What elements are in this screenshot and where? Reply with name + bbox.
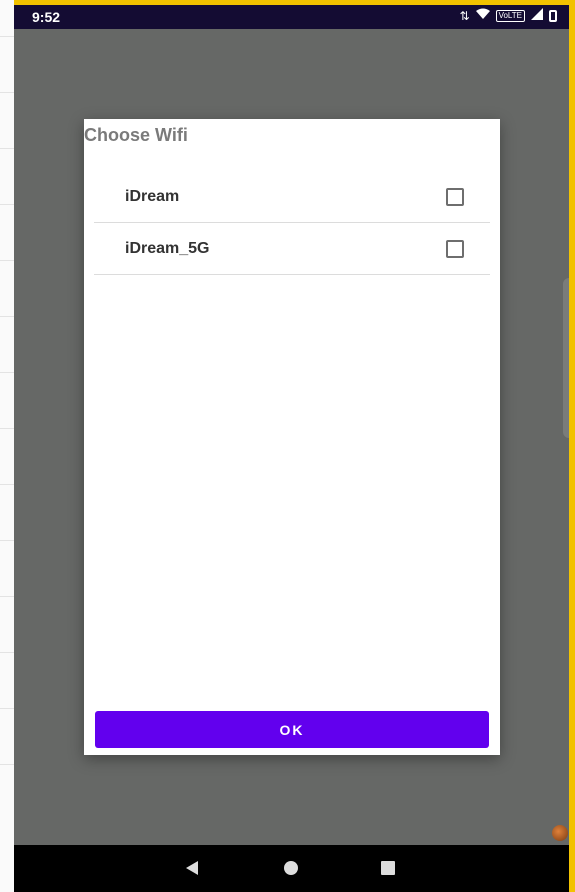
wifi-list: iDream iDream_5G (94, 171, 490, 275)
wifi-name: iDream (125, 188, 180, 205)
divider (0, 92, 14, 93)
wifi-name: iDream_5G (125, 240, 210, 257)
side-panel-handle[interactable] (563, 278, 569, 438)
divider (0, 540, 14, 541)
status-icons: ⇅ VoLTE (460, 8, 557, 23)
status-time: 9:52 (32, 9, 61, 25)
background-right-edge (569, 0, 575, 892)
recents-icon[interactable] (381, 861, 395, 875)
wifi-item-idream-5g[interactable]: iDream_5G (94, 223, 490, 275)
divider (0, 764, 14, 765)
background-left-strip (0, 0, 14, 892)
status-bar: 9:52 ⇅ VoLTE (14, 5, 569, 29)
divider (0, 148, 14, 149)
divider (0, 372, 14, 373)
ok-button[interactable]: OK (95, 711, 489, 748)
home-icon[interactable] (284, 861, 298, 875)
divider (0, 708, 14, 709)
signal-icon (531, 8, 543, 23)
dialog-title: Choose Wifi (84, 125, 188, 145)
choose-wifi-dialog: Choose Wifi iDream iDream_5G OK (84, 119, 500, 755)
wifi-checkbox-idream[interactable] (446, 188, 464, 206)
wifi-checkbox-idream-5g[interactable] (446, 240, 464, 258)
divider (0, 260, 14, 261)
wifi-icon (475, 8, 490, 23)
divider (0, 204, 14, 205)
battery-icon (549, 9, 557, 22)
volte-icon: VoLTE (495, 9, 525, 22)
navigation-bar (14, 845, 569, 892)
phone-screen: 9:52 ⇅ VoLTE Choose Wifi iDream iDream_5… (14, 5, 569, 892)
divider (0, 36, 14, 37)
divider (0, 596, 14, 597)
back-icon[interactable] (186, 861, 198, 875)
divider (0, 652, 14, 653)
divider (0, 484, 14, 485)
data-arrows-icon: ⇅ (459, 8, 470, 23)
divider (0, 316, 14, 317)
divider (0, 428, 14, 429)
wifi-item-idream[interactable]: iDream (94, 171, 490, 223)
floating-avatar-icon[interactable] (552, 825, 568, 841)
